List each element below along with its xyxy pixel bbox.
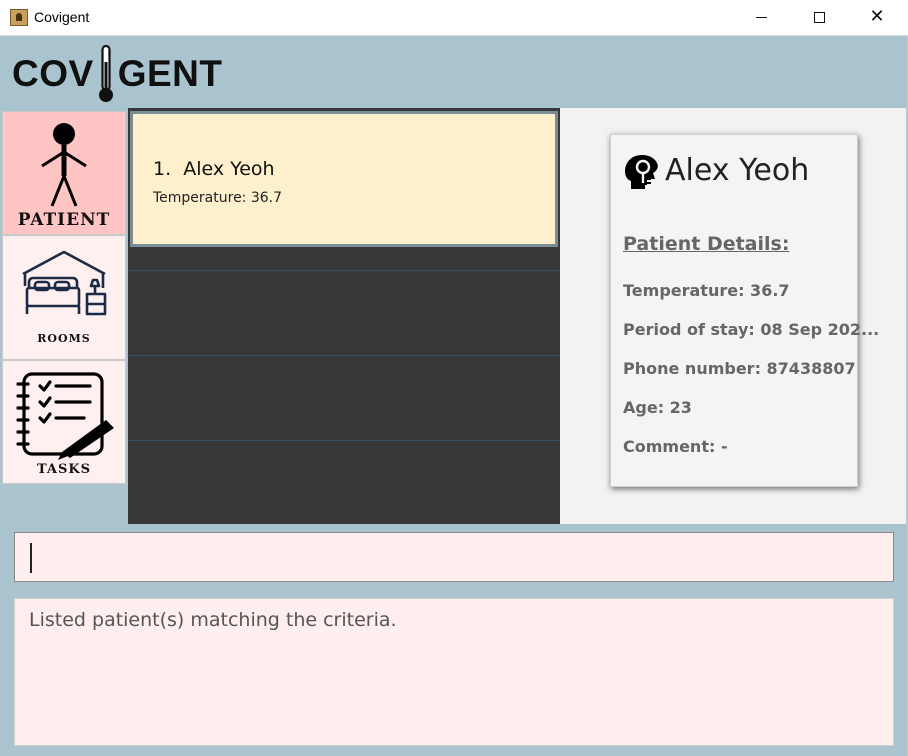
result-display[interactable]: Listed patient(s) matching the criteria. xyxy=(14,598,894,746)
detail-patient-name: Alex Yeoh xyxy=(665,153,810,188)
patient-temperature: Temperature: 36.7 xyxy=(153,190,283,206)
detail-panel: Alex Yeoh Patient Details: Temperature: … xyxy=(560,108,908,524)
app-logo: COV GENT xyxy=(12,44,222,104)
title-bar: Covigent ✕ xyxy=(0,0,908,36)
minimize-icon xyxy=(755,16,767,18)
text-caret xyxy=(30,543,32,573)
patient-details-heading: Patient Details: xyxy=(623,233,790,255)
command-box xyxy=(14,532,894,582)
detail-temperature: Temperature: 36.7 xyxy=(623,281,790,300)
close-button[interactable]: ✕ xyxy=(848,0,906,34)
list-item[interactable]: 1. Alex Yeoh Temperature: 36.7 xyxy=(130,111,558,247)
divider xyxy=(128,355,560,356)
detail-comment: Comment: - xyxy=(623,437,728,456)
divider xyxy=(128,270,560,271)
patient-index: 1. xyxy=(153,158,172,180)
stick-figure-icon xyxy=(41,123,87,207)
detail-phone-number: Phone number: 87438807 xyxy=(623,359,856,378)
sidebar-item-patient[interactable]: PATIENT xyxy=(2,111,126,235)
result-message: Listed patient(s) matching the criteria. xyxy=(29,609,397,631)
patient-details-card: Alex Yeoh Patient Details: Temperature: … xyxy=(610,134,879,487)
maximize-button[interactable] xyxy=(790,0,848,34)
detail-age: Age: 23 xyxy=(623,398,692,417)
logo-text-left: COV xyxy=(12,53,94,94)
logo-text-right: GENT xyxy=(117,53,223,94)
app-icon xyxy=(10,9,28,26)
thermometer-icon xyxy=(98,44,113,102)
sidebar-item-label: PATIENT xyxy=(17,210,111,230)
sidebar-item-tasks[interactable]: TASKS xyxy=(2,360,126,484)
divider xyxy=(128,440,560,441)
sidebar-item-rooms[interactable]: ROOMS xyxy=(2,235,126,360)
minimize-button[interactable] xyxy=(732,0,790,34)
patient-name: 1. Alex Yeoh xyxy=(153,158,275,180)
detail-period-of-stay: Period of stay: 08 Sep 202... xyxy=(623,320,880,339)
checklist-icon xyxy=(16,372,114,460)
bedroom-icon xyxy=(22,250,107,316)
sidebar-item-label: TASKS xyxy=(36,462,92,477)
patient-list[interactable]: 1. Alex Yeoh Temperature: 36.7 xyxy=(128,108,560,524)
sidebar-item-label: ROOMS xyxy=(37,332,91,345)
maximize-icon xyxy=(813,11,825,23)
command-input[interactable] xyxy=(15,533,893,581)
window-title: Covigent xyxy=(34,9,90,25)
patient-name-text: Alex Yeoh xyxy=(183,158,275,180)
close-icon: ✕ xyxy=(869,6,885,27)
sidebar: PATIENT ROOMS TASKS xyxy=(0,108,128,524)
patient-head-icon xyxy=(625,155,658,189)
